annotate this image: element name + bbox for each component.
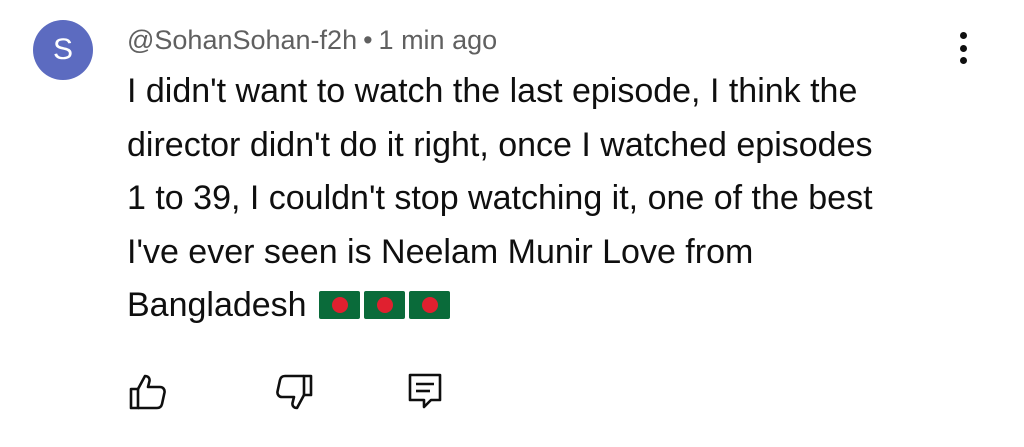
comment-text-line: I didn't want to watch the last episode,… [127,72,858,110]
comment-card: S @SohanSohan-f2h • 1 min ago I didn't wan… [0,0,1024,447]
comment-text-line: I've ever seen is Neelam Munir Love from [127,232,754,271]
timestamp: 1 min ago [378,25,498,55]
menu-dot [959,57,967,64]
dislike-button[interactable] [272,370,316,414]
comment-text-line-last: Bangladesh [127,279,957,336]
comment-text: I didn't want to watch the last episode,… [127,65,957,336]
meta-separator: • [363,25,373,55]
comment-actions [0,370,1024,420]
comment-reply-icon [408,373,442,409]
bangladesh-flag-icon [318,291,360,319]
flag-emojis [318,282,454,336]
thumb-up-icon [129,374,166,410]
comment-text-line: director didn't do it right, once I watc… [127,125,873,164]
bangladesh-flag-icon [408,291,450,319]
avatar[interactable]: S [33,20,93,80]
more-options-button[interactable] [946,28,980,68]
comment-text-word: Bangladesh [127,286,307,324]
menu-dot [959,44,967,52]
reply-button[interactable] [404,370,448,414]
menu-dot [959,32,967,39]
thumb-down-icon [276,374,313,410]
comment-meta: @SohanSohan-f2h • 1 min ago [127,20,497,60]
comment-text-line: 1 to 39, I couldn't stop watching it, on… [127,179,873,217]
like-button[interactable] [126,370,170,414]
author-name[interactable]: @SohanSohan-f2h [127,25,357,55]
bangladesh-flag-icon [363,291,405,319]
